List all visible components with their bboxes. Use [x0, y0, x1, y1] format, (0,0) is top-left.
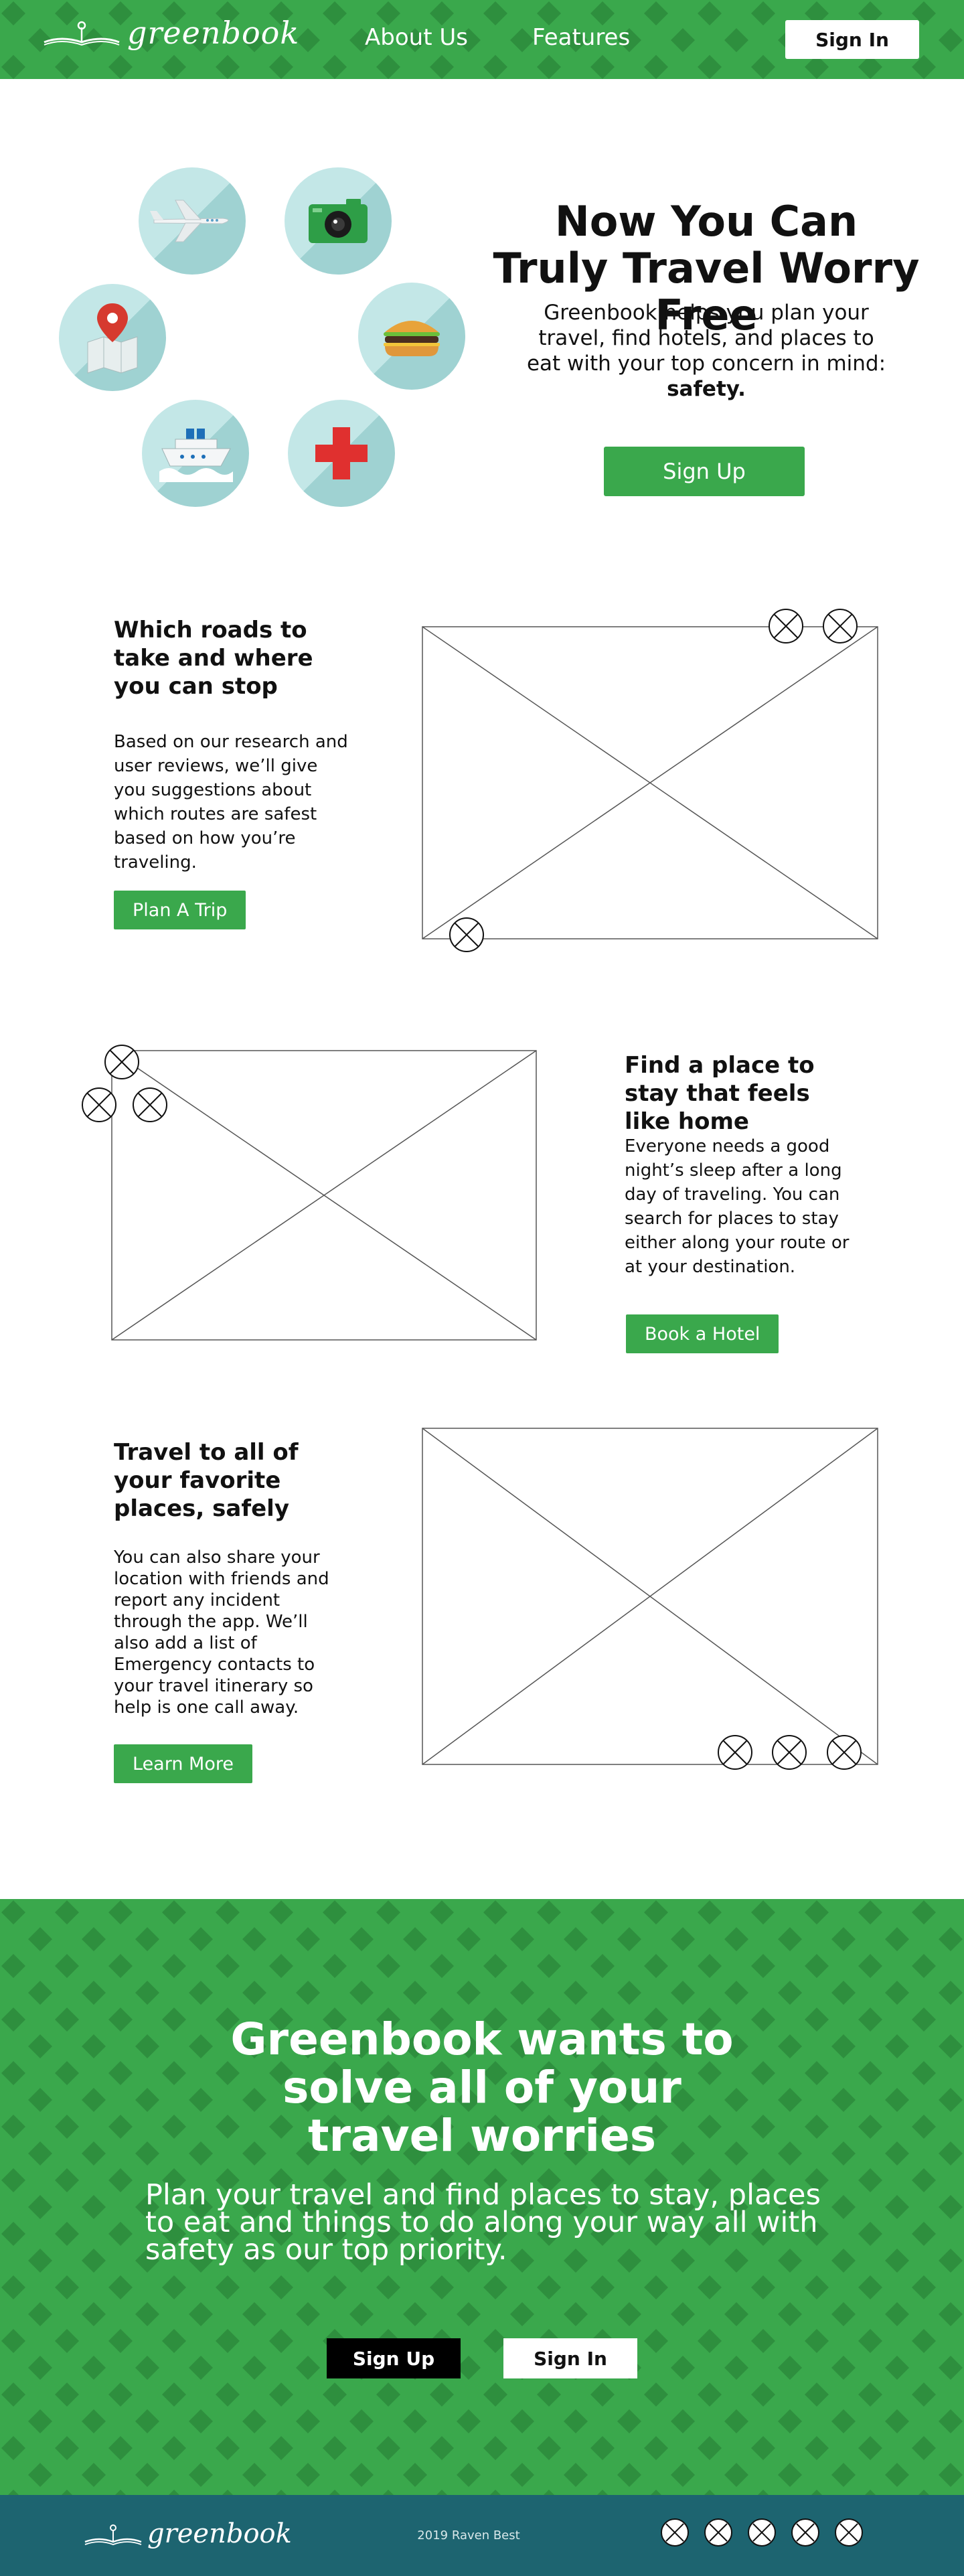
footer-logo[interactable]: greenbook [83, 2518, 292, 2549]
map-pin-icon [87, 303, 138, 374]
airplane-icon [150, 200, 229, 242]
open-book-icon [44, 21, 120, 46]
ship-circle [142, 400, 249, 507]
cta-signin-button[interactable]: Sign In [503, 2338, 637, 2378]
airplane-circle [139, 167, 246, 275]
nav-about-us[interactable]: About Us [365, 24, 468, 51]
book-a-hotel-button[interactable]: Book a Hotel [626, 1314, 779, 1353]
feature-1-image-placeholder [422, 626, 878, 939]
footer-logo-text: greenbook [147, 2518, 292, 2549]
feature-3-image-placeholder [422, 1428, 878, 1765]
circle-x-icon [82, 1087, 116, 1122]
hero-subtitle-text: Greenbook helps you plan your travel, fi… [526, 301, 886, 376]
circle-x-icon [449, 917, 484, 952]
circle-x-icon [718, 1735, 752, 1770]
feature-3-body: You can also share your location with fr… [114, 1547, 329, 1718]
hero-subtitle-emphasis: safety. [667, 377, 746, 401]
burger-circle [358, 283, 465, 390]
cta-title: Greenbook wants to solve all of your tra… [230, 2014, 734, 2162]
open-book-icon [84, 2524, 142, 2545]
feature-1-body: Based on our research and user reviews, … [114, 732, 348, 873]
hero-signup-button[interactable]: Sign Up [604, 447, 805, 496]
medical-circle [288, 400, 395, 507]
medical-cross-icon [315, 427, 368, 479]
social-icon-1[interactable] [660, 2518, 690, 2547]
hero-subtitle: Greenbook helps you plan your travel, fi… [522, 300, 890, 402]
feature-2-body: Everyone needs a good night’s sleep afte… [625, 1136, 850, 1277]
feature-1-title: Which roads to take and where you can st… [114, 617, 313, 700]
site-footer: greenbook 2019 Raven Best [0, 2495, 964, 2576]
feature-3-title: Travel to all of your favorite places, s… [114, 1439, 299, 1522]
circle-x-icon [133, 1087, 167, 1122]
circle-x-icon [104, 1045, 139, 1079]
cta-subtitle: Plan your travel and find places to stay… [145, 2178, 821, 2267]
cta-signup-button[interactable]: Sign Up [327, 2338, 461, 2378]
social-icon-2[interactable] [704, 2518, 733, 2547]
circle-x-icon [827, 1735, 862, 1770]
social-icon-5[interactable] [834, 2518, 864, 2547]
social-icon-3[interactable] [747, 2518, 777, 2547]
learn-more-button[interactable]: Learn More [114, 1744, 252, 1783]
circle-x-icon [823, 609, 858, 643]
header-signin-button[interactable]: Sign In [785, 20, 919, 59]
feature-2-title: Find a place to stay that feels like hom… [625, 1052, 815, 1135]
social-icon-4[interactable] [791, 2518, 820, 2547]
camera-icon [309, 199, 368, 243]
site-header: greenbook About Us Features Sign In [0, 0, 964, 79]
camera-circle [285, 167, 392, 275]
logo-text: greenbook [127, 15, 300, 51]
circle-x-icon [769, 609, 803, 643]
map-circle [59, 284, 166, 391]
circle-x-icon [772, 1735, 807, 1770]
nav-features[interactable]: Features [532, 24, 630, 51]
feature-2-image-placeholder [111, 1050, 537, 1341]
header-logo[interactable]: greenbook [42, 15, 299, 51]
burger-icon [384, 321, 440, 356]
plan-a-trip-button[interactable]: Plan A Trip [114, 891, 246, 929]
footer-copyright: 2019 Raven Best [417, 2528, 520, 2543]
ship-icon [159, 429, 233, 482]
